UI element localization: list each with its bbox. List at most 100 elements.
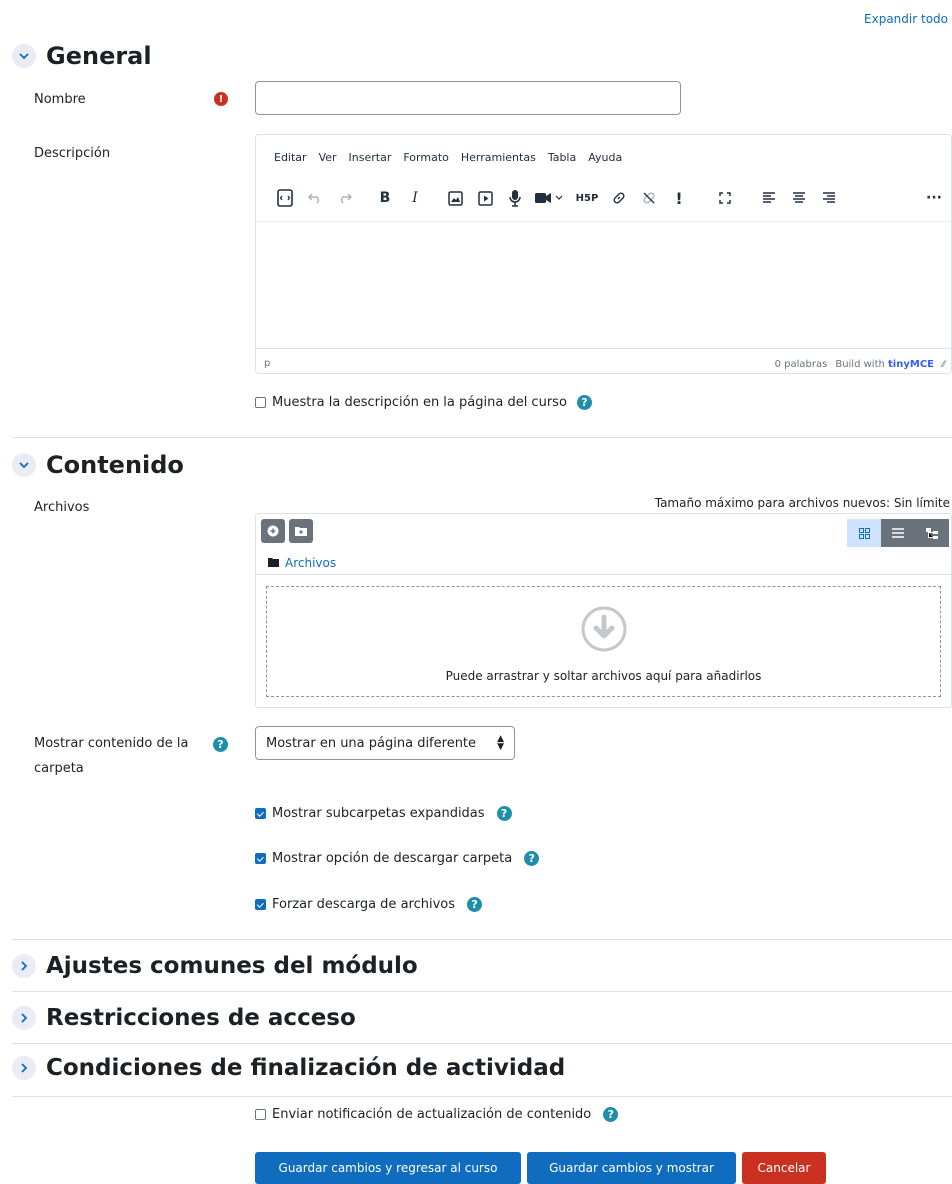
show-expanded-checkbox[interactable] bbox=[255, 808, 266, 819]
help-icon[interactable]: ? bbox=[524, 851, 540, 866]
show-download-checkbox[interactable] bbox=[255, 853, 266, 864]
show-expanded-row: Mostrar subcarpetas expandidas ? bbox=[255, 806, 512, 821]
section-general-header[interactable]: General bbox=[12, 42, 152, 70]
help-icon[interactable]: ? bbox=[576, 395, 592, 410]
save-display-button[interactable]: Guardar cambios y mostrar bbox=[527, 1152, 736, 1184]
select-arrows-icon: ▲ ▼ bbox=[497, 734, 504, 752]
help-icon[interactable]: ? bbox=[496, 806, 512, 821]
section-divider bbox=[12, 991, 952, 992]
file-picker: Archivos Puede arrastrar y soltar archiv… bbox=[255, 513, 952, 708]
section-restrictions-header[interactable]: Restricciones de acceso bbox=[12, 1005, 356, 1031]
exclamation-icon[interactable]: ! bbox=[666, 185, 692, 211]
view-icons-button[interactable] bbox=[847, 519, 881, 547]
section-completion-header[interactable]: Condiciones de finalización de actividad bbox=[12, 1055, 565, 1081]
editor-content-area[interactable] bbox=[256, 221, 951, 349]
fullscreen-icon[interactable] bbox=[712, 185, 738, 211]
notify-checkbox[interactable] bbox=[255, 1109, 266, 1120]
help-icon[interactable]: ? bbox=[467, 897, 483, 912]
help-icon[interactable]: ? bbox=[213, 737, 228, 752]
menu-table[interactable]: Tabla bbox=[548, 151, 576, 164]
resize-handle-icon[interactable]: ⁄⁄ bbox=[942, 360, 945, 370]
bold-icon[interactable]: B bbox=[372, 185, 398, 211]
create-folder-button[interactable] bbox=[289, 519, 313, 543]
force-download-checkbox[interactable] bbox=[255, 899, 266, 910]
chevron-right-icon bbox=[12, 1006, 36, 1030]
section-title: Contenido bbox=[46, 451, 184, 479]
help-icon[interactable]: ? bbox=[603, 1107, 619, 1122]
show-description-checkbox[interactable] bbox=[255, 397, 266, 408]
show-download-label: Mostrar opción de descargar carpeta bbox=[272, 851, 513, 866]
section-title: Condiciones de finalización de actividad bbox=[46, 1055, 566, 1081]
undo-icon[interactable] bbox=[302, 185, 328, 211]
microphone-icon[interactable] bbox=[502, 185, 528, 211]
show-expanded-label: Mostrar subcarpetas expandidas bbox=[272, 806, 485, 821]
cancel-button[interactable]: Cancelar bbox=[742, 1152, 826, 1184]
notify-label: Enviar notificación de actualización de … bbox=[272, 1107, 592, 1122]
max-file-size: Tamaño máximo para archivos nuevos: Sin … bbox=[654, 496, 950, 510]
chevron-down-icon bbox=[12, 453, 36, 477]
chevron-down-icon bbox=[12, 44, 36, 68]
section-common-header[interactable]: Ajustes comunes del módulo bbox=[12, 953, 418, 979]
align-right-icon[interactable] bbox=[816, 185, 842, 211]
required-icon: ! bbox=[214, 92, 228, 106]
editor-status-path: p bbox=[264, 358, 271, 369]
source-code-icon[interactable] bbox=[272, 185, 298, 211]
build-with-label[interactable]: Build with tinyMCE bbox=[835, 359, 934, 370]
section-divider bbox=[12, 939, 952, 940]
menu-help[interactable]: Ayuda bbox=[588, 151, 622, 164]
menu-edit[interactable]: Editar bbox=[274, 151, 307, 164]
video-icon[interactable] bbox=[532, 185, 568, 211]
add-file-button[interactable] bbox=[261, 519, 285, 543]
media-icon[interactable] bbox=[472, 185, 498, 211]
file-drop-zone[interactable]: Puede arrastrar y soltar archivos aquí p… bbox=[266, 586, 941, 697]
chevron-right-icon bbox=[12, 954, 36, 978]
name-input[interactable] bbox=[255, 81, 681, 115]
section-divider bbox=[12, 1043, 952, 1044]
h5p-icon[interactable]: H5P bbox=[572, 185, 602, 211]
menu-format[interactable]: Formato bbox=[403, 151, 449, 164]
display-content-label: Mostrar contenido de la carpeta bbox=[34, 736, 189, 776]
section-title: Restricciones de acceso bbox=[46, 1005, 356, 1031]
description-label: Descripción bbox=[34, 146, 111, 161]
view-tree-button[interactable] bbox=[915, 519, 949, 547]
expand-all-link[interactable]: Expandir todo bbox=[864, 12, 948, 26]
force-download-row: Forzar descarga de archivos ? bbox=[255, 897, 483, 912]
align-center-icon[interactable] bbox=[786, 185, 812, 211]
more-icon[interactable]: ··· bbox=[921, 185, 947, 211]
section-title: Ajustes comunes del módulo bbox=[46, 953, 418, 979]
rich-text-editor: Editar Ver Insertar Formato Herramientas… bbox=[255, 134, 952, 374]
notify-row: Enviar notificación de actualización de … bbox=[255, 1107, 619, 1122]
download-arrow-icon bbox=[580, 605, 628, 657]
show-download-row: Mostrar opción de descargar carpeta ? bbox=[255, 851, 540, 866]
align-left-icon[interactable] bbox=[756, 185, 782, 211]
name-label: Nombre bbox=[34, 92, 86, 107]
link-icon[interactable] bbox=[606, 185, 632, 211]
save-return-button[interactable]: Guardar cambios y regresar al curso bbox=[255, 1152, 521, 1184]
show-description-row: Muestra la descripción en la página del … bbox=[255, 395, 592, 410]
folder-icon bbox=[268, 556, 279, 570]
image-icon[interactable] bbox=[442, 185, 468, 211]
chevron-right-icon bbox=[12, 1056, 36, 1080]
menu-view[interactable]: Ver bbox=[319, 151, 337, 164]
files-label: Archivos bbox=[34, 500, 90, 515]
display-select-value: Mostrar en una página diferente bbox=[266, 735, 477, 751]
word-count[interactable]: 0 palabras bbox=[775, 359, 828, 370]
redo-icon[interactable] bbox=[332, 185, 358, 211]
force-download-label: Forzar descarga de archivos bbox=[272, 897, 456, 912]
section-divider bbox=[12, 1096, 952, 1097]
italic-icon[interactable]: I bbox=[402, 185, 428, 211]
folder-path-link[interactable]: Archivos bbox=[285, 556, 336, 570]
drop-zone-text: Puede arrastrar y soltar archivos aquí p… bbox=[445, 668, 762, 683]
menu-insert[interactable]: Insertar bbox=[349, 151, 392, 164]
tinymce-logo: tinyMCE bbox=[888, 359, 934, 370]
unlink-icon[interactable] bbox=[636, 185, 662, 211]
editor-menubar: Editar Ver Insertar Formato Herramientas… bbox=[274, 151, 634, 164]
view-list-button[interactable] bbox=[881, 519, 915, 547]
display-select[interactable]: Mostrar en una página diferente ▲ ▼ bbox=[255, 726, 515, 760]
editor-toolbar: B I H5P ! ··· bbox=[272, 185, 947, 211]
section-title: General bbox=[46, 42, 152, 70]
show-description-label: Muestra la descripción en la página del … bbox=[272, 395, 567, 410]
section-content-header[interactable]: Contenido bbox=[12, 451, 184, 479]
section-divider bbox=[12, 437, 952, 438]
menu-tools[interactable]: Herramientas bbox=[461, 151, 536, 164]
